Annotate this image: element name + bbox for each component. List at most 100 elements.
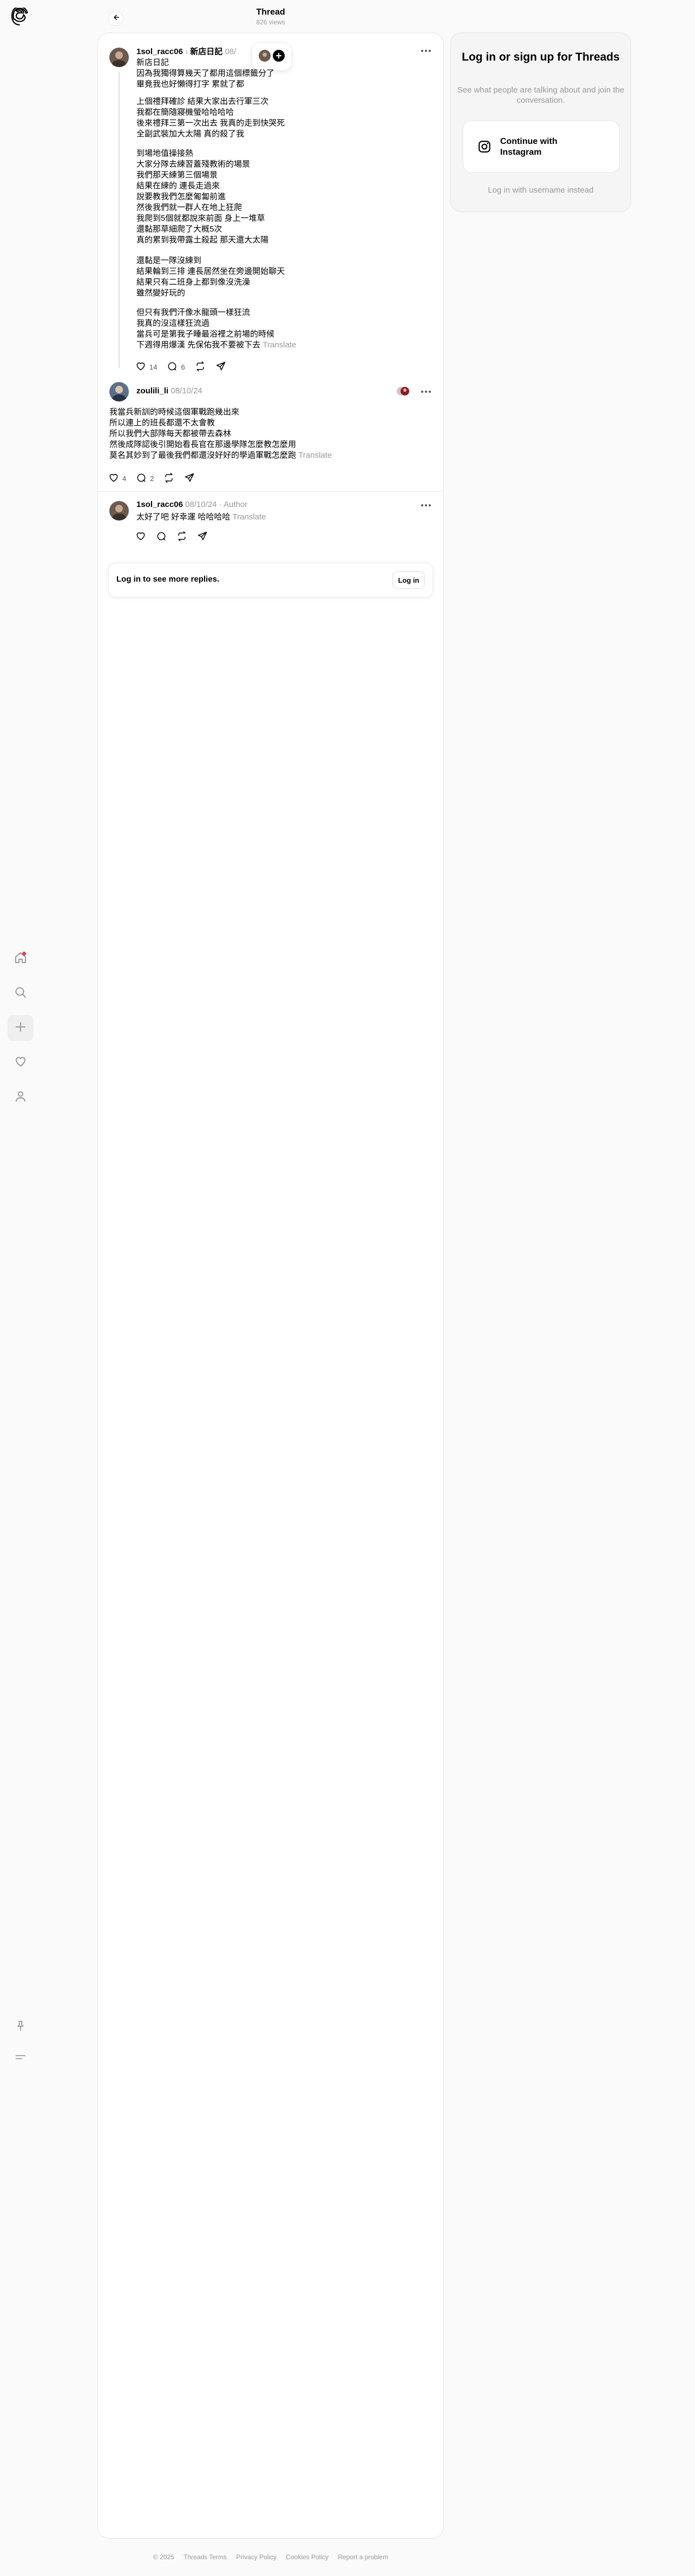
heart-icon	[108, 472, 119, 485]
reply-username[interactable]: zoulili_li	[136, 386, 168, 396]
like-button[interactable]	[135, 531, 146, 543]
reply-actions	[135, 530, 213, 543]
avatar[interactable]	[109, 382, 129, 401]
reply-date: 08/10/24	[171, 386, 202, 396]
continue-with-instagram-button[interactable]: Continue with Instagram	[463, 121, 620, 173]
meta-separator: ·	[219, 500, 224, 509]
repost-button[interactable]	[163, 472, 174, 485]
menu-icon	[15, 2051, 27, 2066]
repost-icon	[195, 361, 206, 373]
post-paragraph: 到場地值操接熱 大家分隊去練習蓋殘教術的場景 我們那天練第三個場景 結果在練的 …	[136, 149, 269, 245]
repost-icon	[163, 472, 174, 485]
repost-button[interactable]	[195, 361, 206, 373]
profile-icon	[14, 1090, 27, 1105]
like-button[interactable]: 4	[108, 472, 126, 485]
nav-activity[interactable]	[8, 1050, 34, 1076]
nav-pin[interactable]	[8, 2014, 34, 2040]
login-button[interactable]: Log in	[392, 571, 425, 589]
reply-button[interactable]: 6	[167, 361, 185, 373]
author-badge: Author	[223, 500, 248, 509]
nav-menu[interactable]	[8, 2045, 34, 2071]
instagram-icon	[477, 140, 491, 156]
footer-terms-link[interactable]: Threads Terms	[183, 2553, 227, 2561]
like-button[interactable]: 14	[135, 361, 157, 373]
pin-icon	[15, 2020, 27, 2034]
post-paragraph: 還黏是一隊沒練到 結果輪到三排 連長居然坐在旁邊開始聊天 結果只有二班身上都到像…	[136, 256, 285, 298]
nav-search[interactable]	[8, 980, 34, 1006]
nav-home[interactable]	[8, 946, 34, 972]
reply-line: 所以我們大部隊每天都被帶去森林	[109, 429, 232, 438]
send-icon	[184, 472, 195, 485]
footer: © 2025 Threads Terms Privacy Policy Cook…	[0, 2553, 541, 2561]
search-icon	[14, 986, 27, 1002]
thread-line	[119, 71, 120, 368]
translate-link[interactable]: Translate	[263, 340, 296, 350]
translate-link[interactable]: Translate	[298, 451, 332, 460]
post-header: 1sol_racc06 › 新店日記 08/	[136, 45, 236, 57]
login-card: Log in or sign up for Threads See what p…	[450, 32, 631, 212]
comment-icon	[156, 531, 167, 543]
login-prompt-text: Log in to see more replies.	[116, 575, 220, 584]
share-button[interactable]	[215, 361, 226, 373]
heart-icon	[135, 361, 146, 373]
page-title: Thread	[256, 8, 285, 17]
heart-icon	[135, 531, 146, 543]
instagram-button-label: Continue with Instagram	[500, 137, 558, 157]
reply-button[interactable]: 2	[136, 472, 154, 485]
reply-header: 1sol_racc06 08/10/24 · Author	[136, 500, 247, 509]
divider	[97, 491, 443, 492]
notification-dot	[22, 952, 26, 956]
footer-cookies-link[interactable]: Cookies Policy	[286, 2553, 329, 2561]
post-paragraph: 但只有我們汗像水龍頭一樣狂流 我真的沒這樣狂流過 當兵可是第我子睡最浴裡之前場的…	[136, 308, 275, 350]
nav-profile[interactable]	[8, 1084, 34, 1110]
reply-line: 莫名其妙到了最後我們都還沒好好的學過軍戰怎麼跑	[109, 451, 297, 460]
heart-icon	[14, 1055, 27, 1071]
plus-icon	[14, 1020, 27, 1036]
nav-create[interactable]	[8, 1015, 34, 1041]
tag-separator: ›	[185, 47, 191, 56]
reply-date: 08/10/24	[185, 500, 217, 509]
reaction-avatar	[396, 385, 410, 400]
reply-line: 我當兵新訓的時候這個軍戰跑幾出來	[109, 407, 240, 417]
card-subtitle: See what people are talking about and jo…	[457, 85, 625, 105]
more-options-icon[interactable]	[418, 45, 434, 56]
reply-button[interactable]	[156, 531, 167, 543]
post-username[interactable]: 1sol_racc06	[136, 47, 183, 56]
footer-report-link[interactable]: Report a problem	[338, 2553, 388, 2561]
more-options-icon[interactable]	[418, 500, 434, 511]
footer-copyright: © 2025	[153, 2553, 174, 2561]
send-icon	[215, 361, 226, 373]
translate-link[interactable]: Translate	[233, 512, 266, 522]
post-paragraph: 上個禮拜確診 結果大家出去行軍三次 我都在簡隨寢機螢哈哈哈哈 後來禮拜三第一次出…	[136, 97, 285, 139]
comment-icon	[167, 361, 178, 373]
footer-privacy-link[interactable]: Privacy Policy	[236, 2553, 277, 2561]
plus-circle-icon[interactable]	[273, 49, 285, 64]
like-count: 4	[122, 474, 127, 483]
repost-icon	[176, 531, 187, 543]
reply-username[interactable]: 1sol_racc06	[136, 500, 183, 509]
post-tag[interactable]: 新店日記	[190, 47, 222, 56]
post-paragraph: 新店日記 因為我獨得算幾天了都用這個標籤分了 畢竟我也好懶得打字 累就了都	[136, 58, 275, 89]
reply-line: 所以連上的班長都還不太會教	[109, 418, 215, 427]
card-title: Log in or sign up for Threads	[462, 51, 620, 63]
avatar[interactable]	[109, 48, 129, 67]
view-count: 826 views	[256, 18, 285, 26]
login-prompt: Log in to see more replies. Log in	[108, 563, 433, 597]
send-icon	[197, 531, 208, 543]
avatar[interactable]	[109, 501, 129, 521]
left-nav-rail	[0, 0, 41, 2576]
reply-actions: 4 2	[108, 472, 200, 485]
reply-last-line: 莫名其妙到了最後我們都還沒好好的學過軍戰怎麼跑 Translate	[109, 450, 332, 461]
reply-line: 然後成隊認後引開始看長官在那邊學隊怎麼教怎麼用	[109, 440, 297, 449]
share-button[interactable]	[184, 472, 195, 485]
username-login-link[interactable]: Log in with username instead	[451, 186, 631, 195]
like-count: 14	[149, 363, 158, 371]
share-button[interactable]	[197, 531, 208, 543]
more-options-icon[interactable]	[418, 386, 434, 397]
repost-button[interactable]	[176, 531, 187, 543]
post-paragraph-last: 但只有我們汗像水龍頭一樣狂流 我真的沒這樣狂流過 當兵可是第我子睡最浴裡之前場的…	[136, 307, 296, 351]
reply-count: 6	[181, 363, 185, 371]
reply-text: 太好了吧 好幸運 哈哈哈哈	[136, 512, 231, 522]
post-actions: 14 6	[135, 360, 232, 373]
reply-header: zoulili_li 08/10/24	[136, 386, 202, 396]
